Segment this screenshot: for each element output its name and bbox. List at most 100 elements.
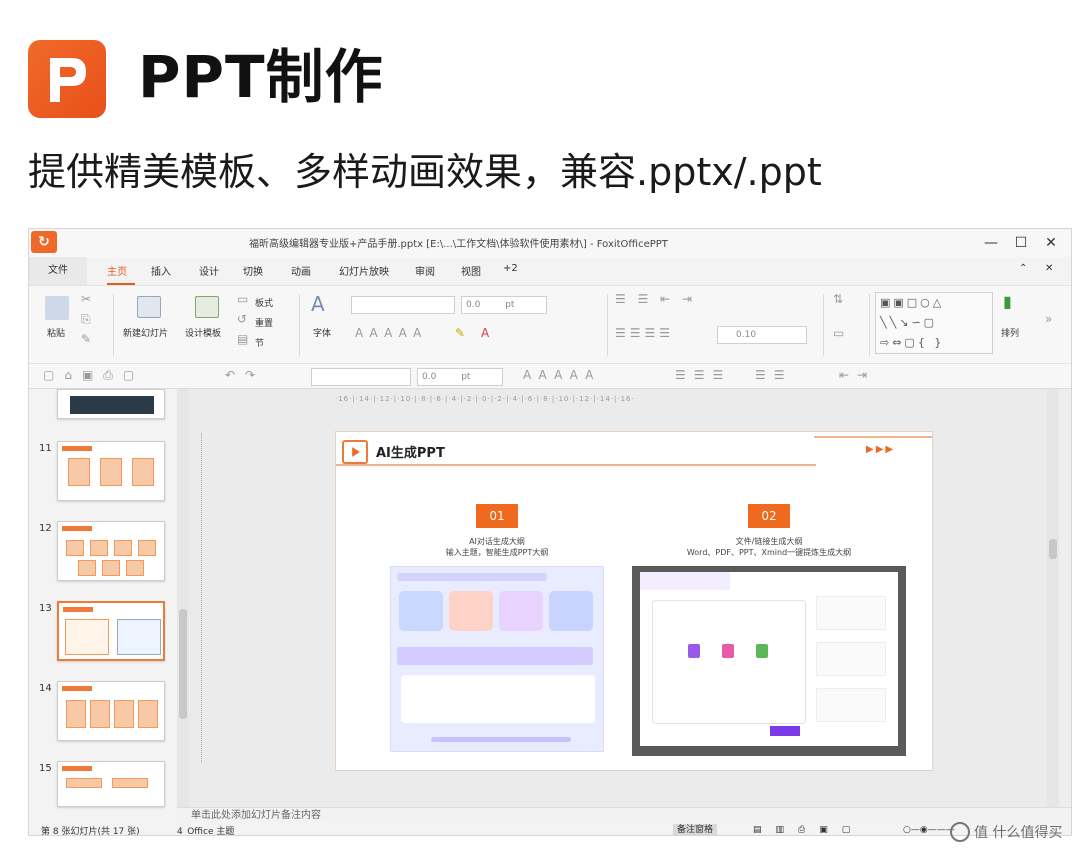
qat-indent-icons[interactable]: ⇤⇥ [839, 368, 875, 382]
reset-icon[interactable]: ↺ [237, 312, 247, 326]
slide-number: 12 [39, 523, 52, 534]
thumb-block [117, 619, 161, 655]
minimize-button[interactable]: — [981, 233, 1001, 253]
paste-label[interactable]: 粘贴 [47, 326, 65, 339]
tab-view[interactable]: 视图 [461, 263, 481, 278]
thumb-block [66, 778, 102, 788]
workspace: 11 12 13 14 15 ·16·|·14·|·12·|·10·|·8·|·… [29, 389, 1071, 807]
view-mode-icons[interactable]: ▤▥⎙▣▢ [753, 824, 864, 835]
reset-label[interactable]: 重置 [255, 316, 273, 329]
slide-number: 14 [39, 683, 52, 694]
tab-slideshow[interactable]: 幻灯片放映 [339, 263, 389, 278]
thumb-block [90, 540, 108, 556]
copy-icon[interactable]: ⎘ [81, 312, 91, 327]
qat-font-size-unit: pt [461, 372, 471, 382]
current-slide[interactable]: AI生成PPT ▶▶▶ 01 AI对话生成大纲 输入主题，智能生成PPT大纲 0… [335, 431, 933, 771]
font-size-input[interactable]: 0.0 pt [461, 296, 547, 314]
drop-zone [652, 600, 806, 724]
list-icons[interactable]: ☰ ☰ ⇤ ⇥ [615, 292, 696, 306]
close-doc-icon[interactable]: ✕ [1045, 263, 1053, 274]
vertical-ruler [201, 433, 211, 763]
window-card-icon [549, 591, 593, 631]
tab-file[interactable]: 文件 [29, 257, 87, 285]
tab-review[interactable]: 审阅 [415, 263, 435, 278]
arrange-icon[interactable]: ▮ [1003, 292, 1012, 311]
slide-thumbnail[interactable] [57, 441, 165, 501]
new-slide-icon[interactable] [137, 296, 161, 318]
maximize-button[interactable]: ☐ [1011, 233, 1031, 253]
slide-thumbnail-selected[interactable] [57, 601, 165, 661]
qat-font-size-input[interactable]: 0.0 pt [417, 368, 503, 386]
text-box-icon[interactable]: ▭ [833, 326, 844, 340]
design-template-label[interactable]: 设计模板 [185, 326, 221, 339]
col2-line2: Word、PDF、PPT、Xmind一键提炼生成大纲 [686, 548, 852, 557]
qat-text-style-icons[interactable]: AAAAA [523, 368, 600, 382]
tab-home[interactable]: 主页 [107, 263, 127, 278]
font-size-value: 0.0 [466, 300, 481, 310]
collapse-ribbon-icon[interactable]: ⌃ [1019, 263, 1027, 274]
shapes-gallery[interactable]: ▣▣□○△ ╲╲↘∽▢ ⇨⇔▢{ } [875, 292, 993, 354]
tab-transitions[interactable]: 切换 [243, 263, 263, 278]
font-icon[interactable]: A [311, 292, 325, 316]
tab-more[interactable]: +2 [503, 263, 518, 274]
cut-icon[interactable]: ✂ [81, 292, 91, 306]
file-card [816, 642, 886, 676]
paste-icon[interactable] [45, 296, 69, 320]
file-upload-screenshot [632, 566, 906, 756]
qat-list-icons[interactable]: ☰☰ [755, 368, 793, 382]
font-label[interactable]: 字体 [313, 326, 331, 339]
slide-thumbnail[interactable] [57, 521, 165, 581]
tab-animations[interactable]: 动画 [291, 263, 311, 278]
ribbon-home: 粘贴 ✂ ⎘ ✎ 新建幻灯片 设计模板 ▭ 板式 ↺ 重置 ▤ 节 A 字体 0… [29, 285, 1071, 363]
thumb-title-bar [62, 686, 92, 691]
presentation-card-icon [499, 591, 543, 631]
slide-title[interactable]: AI生成PPT [376, 442, 445, 461]
text-direction-icon[interactable]: ⇅ [833, 292, 843, 306]
slide-thumbnail[interactable] [57, 681, 165, 741]
tab-design[interactable]: 设计 [199, 263, 219, 278]
align-icons[interactable]: ☰☰☰☰ [615, 326, 674, 340]
new-slide-label[interactable]: 新建幻灯片 [123, 326, 168, 339]
tab-insert[interactable]: 插入 [151, 263, 171, 278]
quick-access-toolbar: ▢⌂▣⎙▢ ↶↷ 0.0 pt AAAAA ☰☰☰ ☰☰ ⇤⇥ [29, 363, 1071, 389]
notes-pane[interactable]: 单击此处添加幻灯片备注内容 [177, 807, 1071, 823]
slide-thumbnails-pane[interactable]: 11 12 13 14 15 [29, 389, 177, 807]
undo-redo-icons[interactable]: ↶↷ [225, 368, 265, 382]
section-icon[interactable]: ▤ [237, 332, 248, 346]
more-tools-icon[interactable]: » [1045, 312, 1052, 326]
layout-label[interactable]: 板式 [255, 296, 273, 309]
format-painter-icon[interactable]: ✎ [81, 332, 91, 346]
layout-icon[interactable]: ▭ [237, 292, 248, 306]
app-logo-icon[interactable]: ↻ [31, 231, 57, 253]
section-label[interactable]: 节 [255, 336, 264, 349]
thumbnails-scrollbar[interactable] [177, 389, 189, 807]
slide-thumbnail[interactable] [57, 389, 165, 419]
slide-thumbnail[interactable] [57, 761, 165, 807]
highlight-icon[interactable]: ✎ [455, 326, 465, 340]
arrange-label[interactable]: 排列 [1001, 326, 1019, 339]
word-file-icon [688, 644, 700, 658]
font-family-select[interactable] [351, 296, 455, 314]
qat-align-icons[interactable]: ☰☰☰ [675, 368, 731, 382]
line-spacing-input[interactable]: 0.10 [717, 326, 807, 344]
thumb-block [65, 619, 109, 655]
text-style-icons[interactable]: AAAAA [355, 326, 427, 340]
slide-count-status: 第 8 张幻灯片(共 17 张) [41, 827, 140, 836]
qat-file-icons[interactable]: ▢⌂▣⎙▢ [43, 368, 144, 383]
thumb-block [90, 700, 110, 728]
chat-bubble [397, 573, 547, 581]
zoom-slider[interactable]: ○—◉——— [903, 824, 955, 835]
upload-dialog [640, 572, 898, 746]
slide-canvas[interactable]: ·16·|·14·|·12·|·10·|·8·|·6·|·4·|·2·|·0·|… [189, 389, 1059, 807]
thumb-block [114, 540, 132, 556]
close-button[interactable]: ✕ [1041, 233, 1061, 253]
col2-line1: 文件/链接生成大纲 [735, 537, 803, 546]
canvas-scrollbar[interactable] [1047, 389, 1059, 807]
notes-toggle-button[interactable]: 备注窗格 [673, 824, 718, 835]
design-template-icon[interactable] [195, 296, 219, 318]
font-color-icon[interactable]: A [481, 326, 489, 340]
qat-font-select[interactable] [311, 368, 411, 386]
scrollbar-thumb[interactable] [179, 609, 187, 719]
slide-number: 11 [39, 443, 52, 454]
scrollbar-thumb[interactable] [1049, 539, 1057, 559]
